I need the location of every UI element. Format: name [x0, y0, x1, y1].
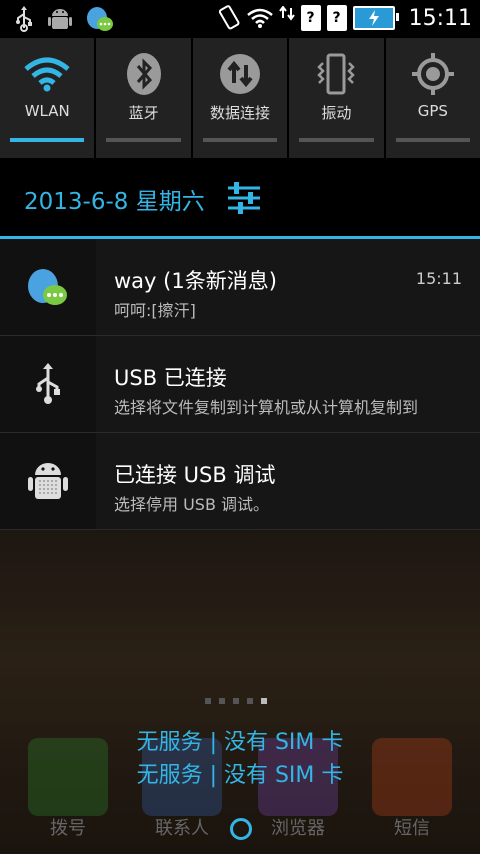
- page-dot: [233, 698, 239, 704]
- date-row: 2013-6-8 星期六: [0, 158, 480, 236]
- quick-toggle-vibrate[interactable]: 振动: [289, 38, 386, 158]
- no-sim-icon: ?: [300, 5, 321, 31]
- settings-sliders-icon[interactable]: [226, 180, 262, 220]
- notification-text: 选择将文件复制到计算机或从计算机复制到: [114, 398, 419, 417]
- notification-item[interactable]: USB 已连接 选择将文件复制到计算机或从计算机复制到: [0, 336, 480, 433]
- tile-state-bar: [10, 138, 85, 142]
- tile-label: GPS: [417, 102, 448, 120]
- tile-label: 振动: [321, 104, 352, 122]
- usb-icon: [14, 4, 34, 34]
- bluetooth-icon: [124, 52, 164, 96]
- page-dot: [219, 698, 225, 704]
- no-service-text: 无服务 | 没有 SIM 卡: [136, 730, 344, 755]
- wifi-icon: [23, 52, 71, 96]
- date-label: 2013-6-8 星期六: [24, 189, 205, 215]
- android-debug-icon: [48, 4, 72, 34]
- dock-label-contacts: 联系人: [155, 818, 209, 839]
- page-dot: [247, 698, 253, 704]
- page-dot-active: [261, 698, 267, 704]
- no-service-text: 无服务 | 没有 SIM 卡: [136, 763, 344, 788]
- dock-label-dialer: 拨号: [50, 818, 86, 839]
- home-ring-icon[interactable]: [230, 818, 252, 840]
- chat-app-icon: [86, 4, 114, 34]
- no-sim-icon: ?: [326, 5, 347, 31]
- android-debug-icon: [0, 433, 96, 529]
- notification-item[interactable]: way (1条新消息) 呵呵:[擦汗] 15:11: [0, 239, 480, 336]
- status-bar: ? ? 15:11: [0, 0, 480, 38]
- dock-label-messaging: 短信: [394, 818, 430, 839]
- notification-time: 15:11: [415, 269, 462, 288]
- data-arrows-icon: [278, 3, 295, 33]
- tile-state-bar: [106, 138, 181, 142]
- chat-app-icon: [0, 239, 96, 335]
- quick-toggle-gps[interactable]: GPS: [385, 38, 480, 158]
- quick-toggle-wlan[interactable]: WLAN: [0, 38, 97, 158]
- tile-state-bar: [202, 138, 278, 142]
- battery-charging-icon: [352, 6, 399, 30]
- usb-icon: [0, 336, 96, 432]
- tile-label: 数据连接: [210, 104, 271, 122]
- notification-text: 呵呵:[擦汗]: [114, 301, 196, 320]
- quick-toggle-bluetooth[interactable]: 蓝牙: [96, 38, 193, 158]
- tile-label: WLAN: [24, 102, 70, 120]
- wifi-icon: [246, 3, 273, 33]
- tile-state-bar: [299, 138, 374, 142]
- quick-toggle-data[interactable]: 数据连接: [192, 38, 290, 158]
- notification-text: 选择停用 USB 调试。: [114, 495, 270, 514]
- notification-title: way (1条新消息): [114, 269, 277, 293]
- data-connection-icon: [219, 52, 261, 96]
- notification-item[interactable]: 已连接 USB 调试 选择停用 USB 调试。: [0, 433, 480, 530]
- quick-settings-panel: WLAN 蓝牙 数据连接 振动 GPS: [0, 38, 480, 158]
- page-indicator: [205, 698, 267, 704]
- notification-title: 已连接 USB 调试: [114, 463, 276, 487]
- notification-title: USB 已连接: [114, 366, 227, 390]
- vibrate-icon: [314, 52, 358, 96]
- vibrate-icon: [217, 3, 241, 33]
- dock-label-browser: 浏览器: [271, 818, 325, 839]
- gps-icon: [411, 52, 455, 96]
- tile-label: 蓝牙: [128, 104, 159, 122]
- tile-state-bar: [395, 138, 471, 142]
- page-dot: [205, 698, 211, 704]
- status-time: 15:11: [408, 5, 472, 31]
